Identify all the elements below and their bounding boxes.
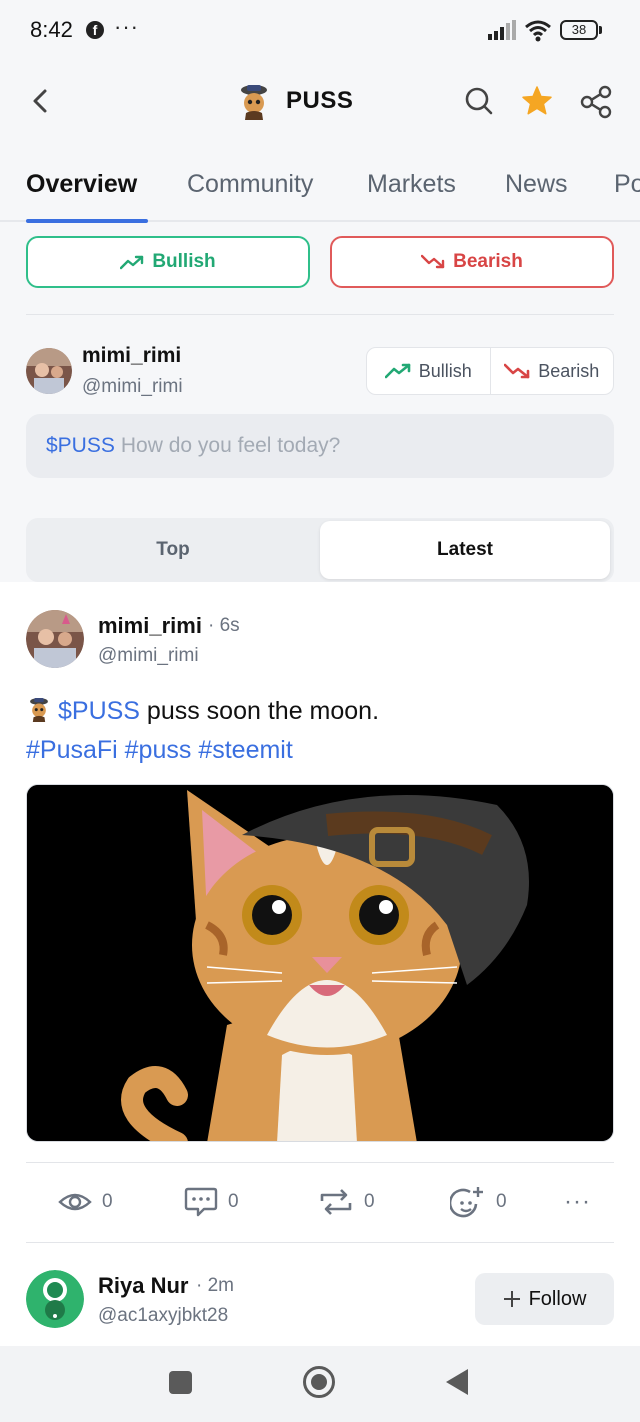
repost-icon (320, 1189, 352, 1215)
views-button[interactable]: 0 (58, 1184, 113, 1220)
post-image[interactable] (26, 784, 614, 1142)
eye-icon (58, 1193, 92, 1211)
sort-latest-button[interactable]: Latest (320, 521, 610, 579)
tab-news[interactable]: News (505, 170, 568, 199)
post-username[interactable]: mimi_rimi (98, 613, 202, 639)
trend-down-icon (421, 254, 445, 269)
toggle-bullish-button[interactable]: Bullish (367, 348, 491, 394)
trend-up-icon (384, 363, 411, 379)
post-text: puss soon the moon. (139, 697, 380, 725)
page-title: PUSS (286, 87, 354, 114)
avatar[interactable] (26, 610, 84, 668)
reactions-count: 0 (496, 1191, 507, 1212)
follow-label: Follow (528, 1287, 587, 1310)
notification-dots-icon: ··· (114, 14, 139, 39)
divider (26, 314, 614, 315)
search-icon[interactable] (462, 84, 496, 118)
post-username[interactable]: Riya Nur (98, 1273, 188, 1299)
sort-top-button[interactable]: Top (26, 518, 320, 582)
tab-overview[interactable]: Overview (26, 170, 137, 199)
puss-coin-icon (30, 698, 48, 722)
reposts-count: 0 (364, 1191, 375, 1212)
post-handle: @ac1axyjbkt28 (98, 1305, 229, 1326)
puss-coin-avatar (241, 85, 267, 120)
toggle-bearish-button[interactable]: Bearish (491, 348, 614, 394)
divider (26, 1242, 614, 1243)
feed-sort-control: Top Latest (26, 518, 614, 582)
cat-illustration (27, 785, 613, 1141)
reaction-button[interactable]: 0 (450, 1184, 507, 1220)
post-handle: @mimi_rimi (98, 645, 199, 666)
share-icon[interactable] (578, 84, 614, 120)
signal-icon (488, 20, 516, 40)
toggle-bearish-label: Bearish (538, 360, 600, 381)
repost-button[interactable]: 0 (318, 1184, 375, 1220)
reaction-icon (450, 1187, 483, 1218)
post-ticker-link[interactable]: $PUSS (58, 697, 140, 725)
home-button-dot (311, 1374, 327, 1390)
system-back-button[interactable] (446, 1369, 468, 1395)
status-time: 8:42 (30, 17, 73, 42)
star-icon[interactable] (520, 84, 554, 118)
toggle-bullish-label: Bullish (418, 360, 472, 381)
post-timestamp: · 2m (196, 1275, 234, 1296)
post-body: $PUSS puss soon the moon. #PusaFi #puss … (26, 692, 616, 770)
more-icon[interactable]: ··· (564, 1184, 591, 1220)
trend-down-icon (504, 363, 530, 379)
comment-icon (184, 1187, 218, 1217)
follow-button[interactable]: Follow (475, 1273, 614, 1325)
bullish-label: Bullish (152, 251, 216, 272)
tab-po[interactable]: Po (614, 170, 640, 199)
composer-handle: @mimi_rimi (82, 376, 183, 397)
avatar[interactable] (26, 1270, 84, 1328)
avatar[interactable] (26, 348, 72, 394)
battery-tip (599, 26, 602, 34)
composer-input[interactable]: $PUSS How do you feel today? (26, 414, 614, 478)
composer-ticker: $PUSS (46, 434, 115, 457)
tab-bar: Overview Community Markets News Po (0, 160, 640, 222)
comments-count: 0 (228, 1191, 239, 1212)
post-timestamp: · 6s (208, 615, 240, 636)
views-count: 0 (102, 1191, 113, 1212)
composer-username: mimi_rimi (82, 344, 182, 367)
facebook-icon: f (86, 21, 104, 39)
battery-indicator: 38 (560, 20, 598, 40)
sentiment-toggle: Bullish Bearish (366, 347, 614, 395)
bearish-button[interactable]: Bearish (330, 236, 614, 288)
tab-active-indicator (26, 219, 148, 223)
bearish-label: Bearish (453, 251, 523, 272)
trend-up-icon (120, 255, 144, 270)
tab-community[interactable]: Community (187, 170, 313, 199)
recents-button[interactable] (169, 1371, 192, 1394)
back-icon[interactable] (24, 84, 58, 118)
composer-placeholder: How do you feel today? (120, 434, 341, 457)
tab-markets[interactable]: Markets (367, 170, 456, 199)
divider (26, 1162, 614, 1163)
plus-icon (503, 1291, 520, 1307)
bullish-button[interactable]: Bullish (26, 236, 310, 288)
post-hashtags[interactable]: #PusaFi #puss #steemit (26, 736, 293, 764)
wifi-icon (525, 20, 551, 42)
comments-button[interactable]: 0 (184, 1184, 239, 1220)
